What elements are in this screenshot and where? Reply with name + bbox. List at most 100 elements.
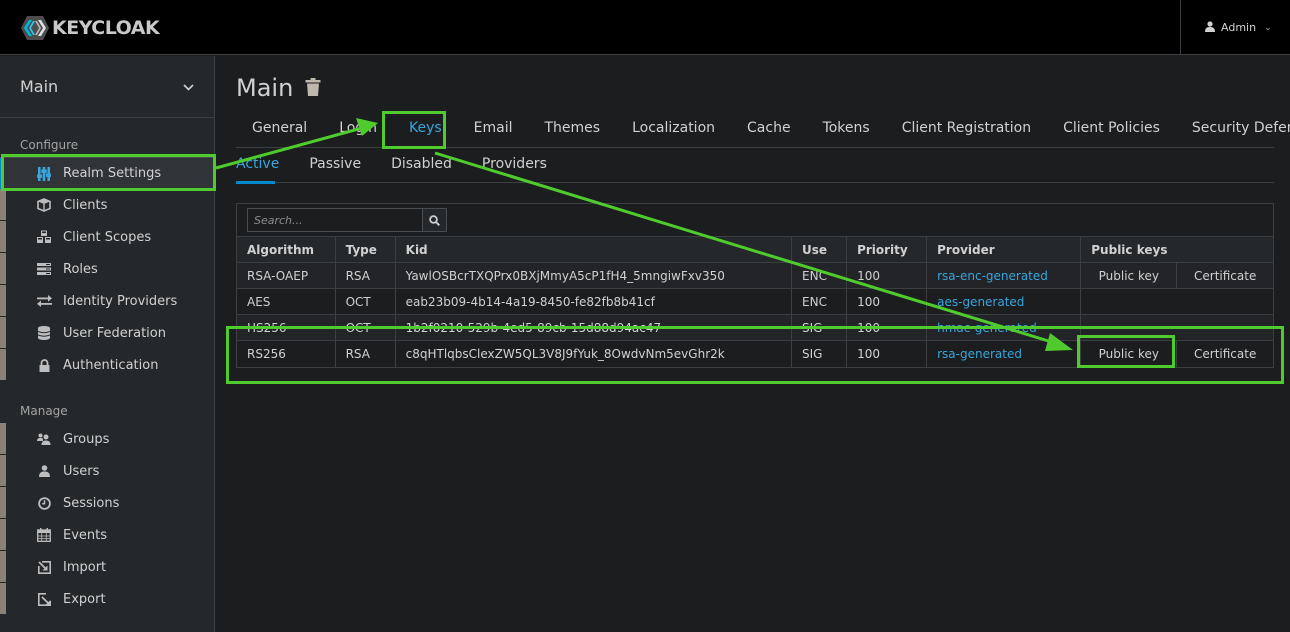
public-key-button[interactable]: Public key (1080, 262, 1178, 289)
sidebar-item-authentication[interactable]: Authentication (0, 349, 214, 381)
keys-subtabs: Active Passive Disabled Providers (236, 149, 1274, 184)
cube-icon (35, 196, 53, 214)
sidebar-item-label: Groups (63, 431, 110, 447)
tab-client-registration[interactable]: Client Registration (886, 114, 1047, 148)
provider-link[interactable]: rsa-enc-generated (937, 269, 1048, 283)
database-icon (35, 324, 53, 342)
export-icon (35, 590, 53, 608)
sidebar-item-label: Users (63, 463, 100, 479)
tab-tokens[interactable]: Tokens (807, 114, 886, 148)
tab-themes[interactable]: Themes (529, 114, 617, 148)
table-header-row: Algorithm Type Kid Use Priority Provider… (237, 236, 1273, 263)
column-header-kid[interactable]: Kid (395, 236, 793, 263)
exchange-icon (35, 292, 53, 310)
subtab-disabled[interactable]: Disabled (391, 149, 482, 183)
sidebar-item-user-federation[interactable]: User Federation (0, 317, 214, 349)
item-edge (0, 285, 6, 316)
keycloak-logo[interactable]: KEYCLOAK (20, 14, 160, 42)
sidebar-item-clients[interactable]: Clients (0, 189, 214, 221)
cell-public-keys-empty (1080, 288, 1273, 315)
sidebar-item-sessions[interactable]: Sessions (0, 487, 214, 519)
item-edge (0, 423, 6, 454)
column-header-provider[interactable]: Provider (926, 236, 1082, 263)
user-name: Admin (1221, 21, 1257, 34)
cell-algorithm: AES (237, 288, 336, 315)
chevron-down-icon: ⌄ (1264, 22, 1272, 33)
item-edge (0, 349, 6, 380)
search-icon (429, 214, 440, 226)
tab-general[interactable]: General (236, 114, 323, 148)
clock-icon (35, 494, 53, 512)
sidebar-item-label: Events (63, 527, 108, 543)
sidebar-item-label: Authentication (63, 357, 159, 373)
tab-security-defenses[interactable]: Security Defenses (1176, 114, 1290, 148)
column-header-type[interactable]: Type (335, 236, 396, 263)
brand-name: KEYCLOAK (52, 17, 160, 39)
subtab-providers[interactable]: Providers (482, 149, 577, 183)
sidebar-item-label: Sessions (63, 495, 120, 511)
lock-icon (35, 356, 53, 374)
user-menu-button[interactable]: Admin ⌄ (1180, 0, 1290, 55)
sidebar-item-label: Export (63, 591, 106, 607)
sidebar: Main Configure Realm Settings Clients Cl… (0, 56, 215, 632)
sidebar-item-groups[interactable]: Groups (0, 423, 214, 455)
table-row: AES OCT eab23b09-4b14-4a19-8450-fe82fb8b… (237, 288, 1273, 315)
column-header-public-keys: Public keys (1080, 236, 1273, 263)
item-edge (0, 189, 6, 220)
sidebar-item-roles[interactable]: Roles (0, 253, 214, 285)
sidebar-item-export[interactable]: Export (0, 583, 214, 615)
subtab-passive[interactable]: Passive (309, 149, 391, 183)
sidebar-item-users[interactable]: Users (0, 455, 214, 487)
cell-algorithm: RSA-OAEP (237, 262, 336, 289)
chevron-down-icon (183, 80, 194, 94)
search-button[interactable] (423, 208, 447, 232)
user-icon (35, 462, 53, 480)
cell-provider: rsa-enc-generated (926, 262, 1082, 289)
calendar-icon (35, 526, 53, 544)
cell-use: ENC (791, 288, 848, 315)
highlight-public-key-button (1077, 335, 1175, 368)
users-icon (35, 430, 53, 448)
item-edge (0, 221, 6, 252)
page-title: Main (236, 74, 321, 102)
certificate-button[interactable]: Certificate (1176, 262, 1273, 289)
cubes-icon (35, 228, 53, 246)
item-edge (0, 583, 6, 614)
cell-type: RSA (335, 262, 396, 289)
cell-use: ENC (791, 262, 848, 289)
trash-icon[interactable] (305, 74, 321, 102)
sidebar-item-events[interactable]: Events (0, 519, 214, 551)
cell-kid: YawlOSBcrTXQPrx0BXjMmyA5cP1fH4_5mngiwFxv… (395, 262, 793, 289)
item-edge (0, 253, 6, 284)
item-edge (0, 551, 6, 582)
tab-client-policies[interactable]: Client Policies (1047, 114, 1176, 148)
provider-link[interactable]: aes-generated (937, 295, 1024, 309)
import-icon (35, 558, 53, 576)
sidebar-item-label: Roles (63, 261, 98, 277)
tab-localization[interactable]: Localization (616, 114, 731, 148)
tab-email[interactable]: Email (458, 114, 529, 148)
column-header-use[interactable]: Use (791, 236, 848, 263)
search-input[interactable] (247, 208, 423, 232)
keycloak-logo-icon (21, 16, 49, 40)
sidebar-item-import[interactable]: Import (0, 551, 214, 583)
table-toolbar (237, 204, 1273, 236)
column-header-algorithm[interactable]: Algorithm (237, 236, 336, 263)
item-edge (0, 317, 6, 348)
tab-cache[interactable]: Cache (731, 114, 807, 148)
item-edge (0, 455, 6, 486)
sidebar-item-label: Clients (63, 197, 108, 213)
sidebar-item-label: Import (63, 559, 107, 575)
column-header-priority[interactable]: Priority (846, 236, 928, 263)
realm-selector[interactable]: Main (0, 56, 214, 118)
user-icon (1205, 20, 1215, 35)
sidebar-item-label: Identity Providers (63, 293, 178, 309)
top-navbar: KEYCLOAK Admin ⌄ (0, 0, 1290, 55)
table-row: RSA-OAEP RSA YawlOSBcrTXQPrx0BXjMmyA5cP1… (237, 262, 1273, 289)
sidebar-item-label: User Federation (63, 325, 166, 341)
list-icon (35, 260, 53, 278)
sidebar-item-client-scopes[interactable]: Client Scopes (0, 221, 214, 253)
subtab-active[interactable]: Active (236, 149, 309, 184)
sidebar-item-identity-providers[interactable]: Identity Providers (0, 285, 214, 317)
realm-title: Main (236, 74, 294, 102)
